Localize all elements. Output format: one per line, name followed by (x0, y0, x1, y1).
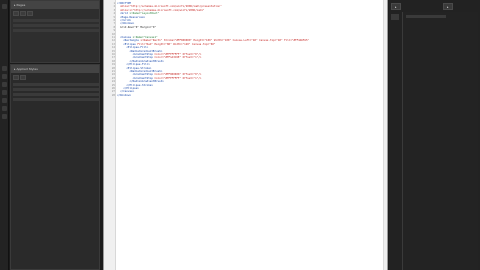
toolbar-button[interactable] (20, 11, 26, 16)
properties-panel (402, 12, 478, 270)
panel-tab[interactable]: ▸ (391, 3, 401, 10)
toolbar-button[interactable] (13, 75, 19, 80)
tool-icon[interactable] (2, 66, 7, 71)
code-line[interactable]: Grid.Row="0" Margin="0" (117, 26, 156, 29)
tool-icon[interactable] (2, 98, 7, 103)
tool-icon[interactable] (2, 82, 7, 87)
line-number: 28 (111, 93, 115, 97)
applied-styles-header[interactable]: ▸ Applied Styles (11, 65, 99, 73)
code-token: </Window> (117, 93, 132, 97)
list-row[interactable] (13, 19, 99, 22)
list-row[interactable] (13, 93, 99, 96)
applied-styles-panel: ▸ Applied Styles (10, 64, 100, 270)
list-row[interactable] (13, 29, 99, 32)
code-line[interactable]: </Window> (117, 94, 131, 97)
line-number-gutter: 1 2 3 4 5 6 7 8 9 10 11 12 13 14 15 16 17 18 19 20 21 22 23 24 2… (104, 0, 116, 270)
code-token: Grid.Row="0" Margin="0" (117, 25, 157, 29)
editor-scrollbar[interactable] (383, 0, 387, 270)
list-row[interactable] (13, 24, 99, 27)
tool-icon[interactable] (2, 106, 7, 111)
property-row[interactable] (406, 15, 446, 18)
panel-tab[interactable]: ▸ (443, 3, 453, 10)
list-row[interactable] (13, 98, 99, 101)
code-editor[interactable]: 1 2 3 4 5 6 7 8 9 10 11 12 13 14 15 16 17 18 19 20 21 22 23 24 2… (103, 0, 388, 270)
tool-icon[interactable] (2, 4, 7, 9)
panel-icon[interactable] (391, 14, 399, 20)
list-row[interactable] (13, 83, 99, 86)
toolbar-button[interactable] (20, 75, 26, 80)
pages-panel: ▸ Pages (10, 0, 100, 63)
tool-icon[interactable] (2, 114, 7, 119)
list-row[interactable] (13, 88, 99, 91)
tool-icon[interactable] (2, 90, 7, 95)
tool-icon[interactable] (2, 74, 7, 79)
toolbar-button[interactable] (27, 11, 33, 16)
code-token: Fill="Red" Height="80" Width="120" Canva… (137, 42, 216, 46)
toolbar-button[interactable] (13, 11, 19, 16)
left-tool-column (0, 0, 9, 270)
pages-panel-header[interactable]: ▸ Pages (11, 1, 99, 9)
